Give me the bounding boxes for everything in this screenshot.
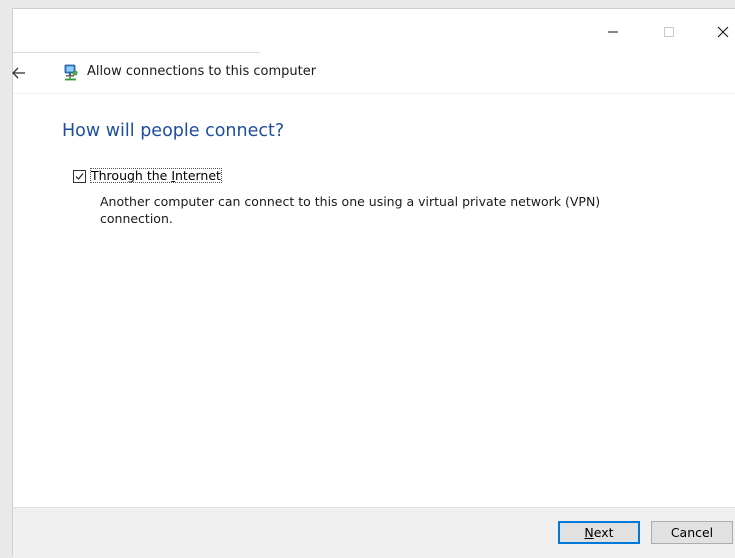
next-label: ext	[593, 525, 614, 540]
close-button[interactable]	[703, 17, 735, 47]
through-internet-label[interactable]: Through the Internet	[90, 168, 222, 183]
back-arrow-icon	[12, 67, 25, 79]
through-internet-checkbox[interactable]	[73, 170, 86, 183]
close-icon	[717, 26, 729, 38]
checkmark-icon	[75, 173, 84, 180]
next-access-key: N	[584, 525, 594, 540]
label-text-start: Through the	[91, 168, 172, 183]
window-title: Allow connections to this computer	[87, 64, 317, 79]
wizard-window: Allow connections to this computer How w…	[12, 8, 735, 558]
navigation-bar: Allow connections to this computer	[12, 53, 735, 94]
page-heading: How will people connect?	[62, 121, 285, 141]
maximize-icon	[664, 27, 674, 37]
option-description: Another computer can connect to this one…	[100, 194, 601, 226]
footer-bar: Next Cancel	[13, 507, 735, 558]
back-button[interactable]	[1, 59, 37, 87]
minimize-button[interactable]	[593, 17, 633, 47]
label-text-end: nternet	[175, 168, 221, 183]
network-icon	[64, 64, 78, 81]
maximize-button[interactable]	[649, 17, 689, 47]
minimize-icon	[608, 31, 618, 33]
title-bar	[13, 9, 735, 52]
cancel-button[interactable]: Cancel	[651, 521, 733, 544]
next-button[interactable]: Next	[558, 521, 640, 544]
